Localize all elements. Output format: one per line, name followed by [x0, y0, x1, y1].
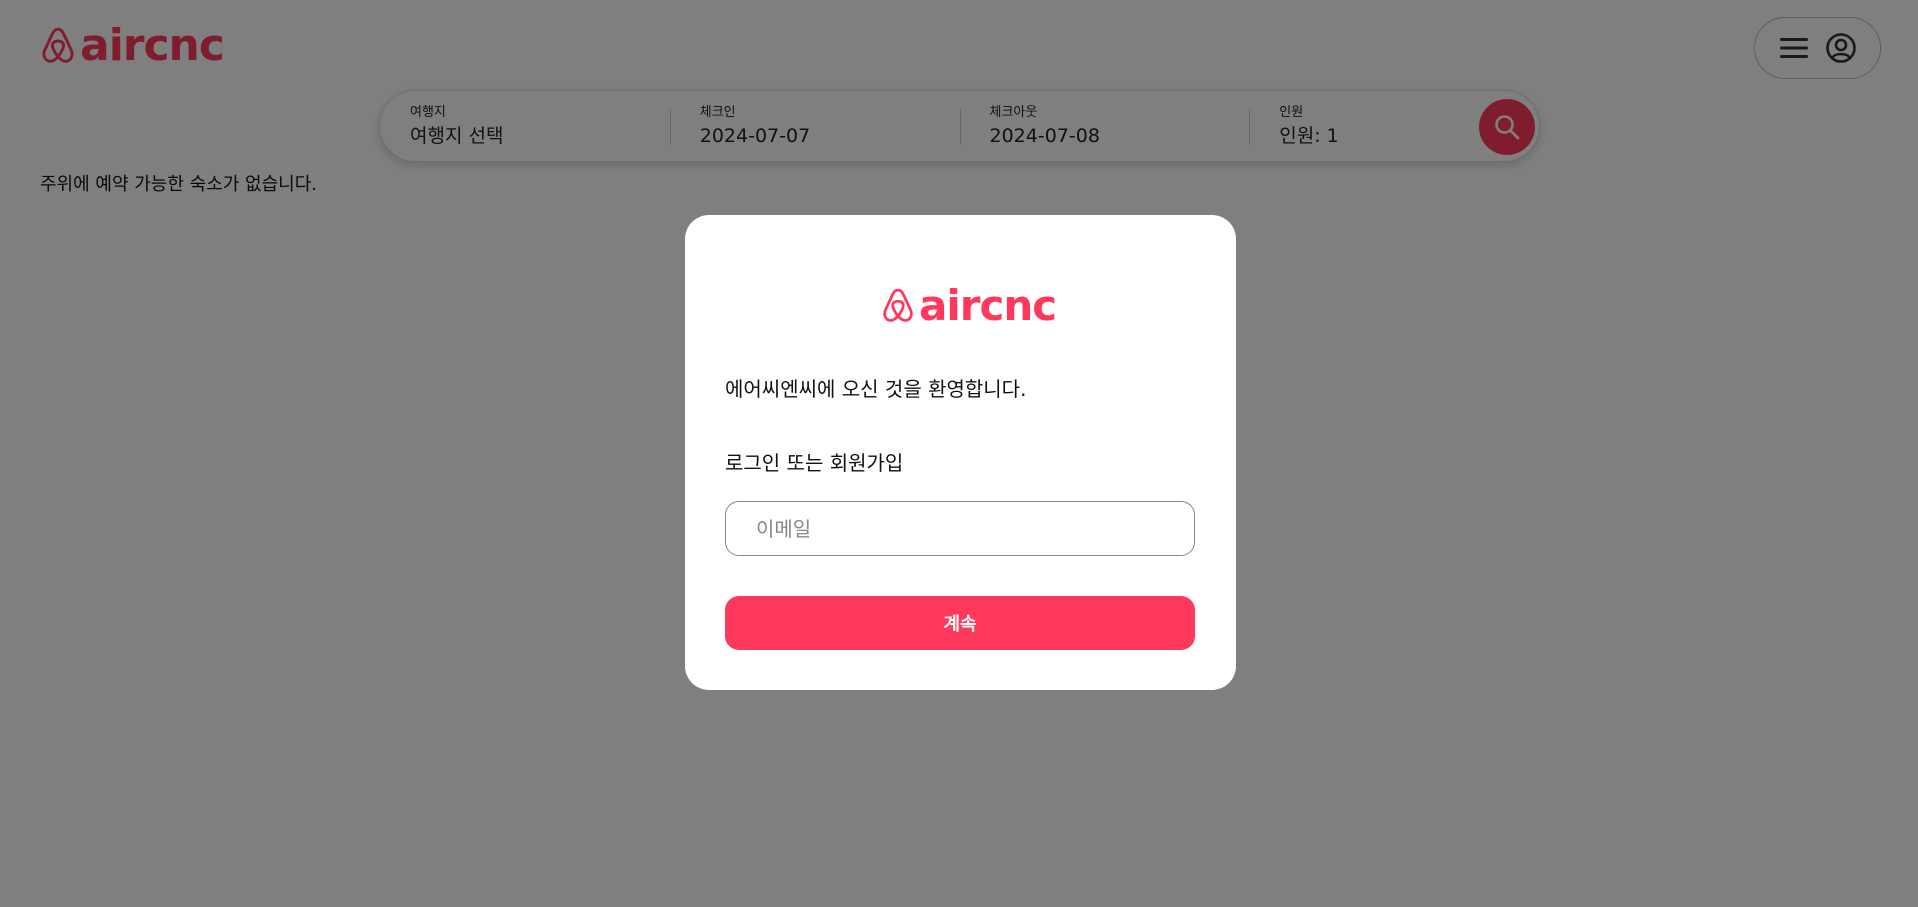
login-signup-label: 로그인 또는 회원가입: [725, 451, 904, 475]
email-input[interactable]: [725, 501, 1195, 556]
page: aircnc 여행지 여행지 선택 체크인 2024-07-07 체크아웃 20…: [0, 0, 1918, 907]
modal-logo: aircnc: [881, 281, 1057, 330]
airbnb-logo-icon: [883, 288, 913, 322]
continue-button[interactable]: 계속: [725, 596, 1195, 650]
welcome-heading: 에어씨엔씨에 오신 것을 환영합니다.: [725, 377, 1027, 401]
login-modal: aircnc 에어씨엔씨에 오신 것을 환영합니다. 로그인 또는 회원가입 계…: [685, 215, 1236, 690]
modal-logo-text: aircnc: [919, 281, 1057, 330]
